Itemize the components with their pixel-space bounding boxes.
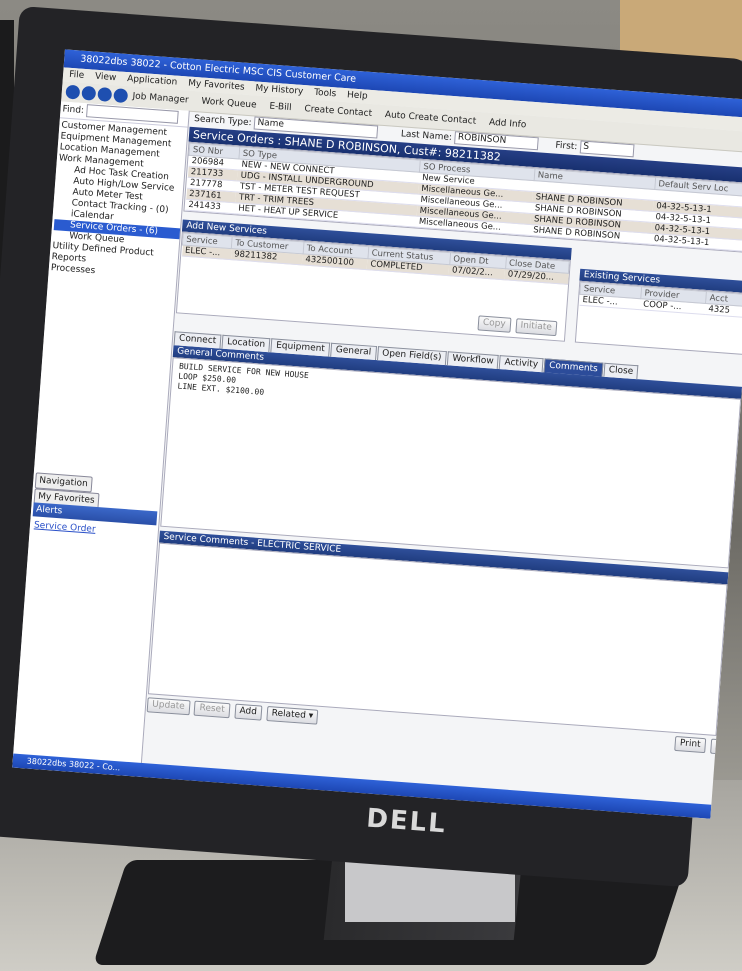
app-body: Find: Customer Management Equipment Mana… <box>12 101 742 818</box>
main-panel: Search Type: Name Last Name: ROBINSON Fi… <box>142 111 742 819</box>
toolbar-add-info[interactable]: Add Info <box>489 118 527 131</box>
monitor: DELL 38022dbs 38022 - Cotton Electric MS… <box>0 6 742 888</box>
nav-tree: Customer Management Equipment Management… <box>48 118 187 283</box>
toolbar-work-queue[interactable]: Work Queue <box>201 97 257 111</box>
print-button[interactable]: Print <box>674 735 707 754</box>
add-services-buttons: Copy Initiate <box>477 315 559 337</box>
forward-icon[interactable] <box>81 85 97 101</box>
print-word-button[interactable]: Print Word <box>709 738 742 758</box>
menu-my-history[interactable]: My History <box>255 83 304 96</box>
toolbar-create-contact[interactable]: Create Contact <box>304 104 372 119</box>
nav-tab-bar: Navigation My Favorites <box>33 472 160 510</box>
search-type-label: Search Type: <box>193 114 252 129</box>
menu-view[interactable]: View <box>95 72 117 84</box>
initiate-button[interactable]: Initiate <box>514 318 558 337</box>
home-icon[interactable] <box>113 87 129 103</box>
tab-close[interactable]: Close <box>603 362 639 380</box>
reset-button[interactable]: Reset <box>193 700 231 719</box>
back-icon[interactable] <box>65 84 81 100</box>
existing-services-panel: Service Provider Acct ELEC -... COOP -...… <box>574 280 742 355</box>
copy-button[interactable]: Copy <box>477 315 512 333</box>
menu-tools[interactable]: Tools <box>314 88 337 100</box>
menu-file[interactable]: File <box>69 70 85 81</box>
last-name-label: Last Name: <box>400 129 453 143</box>
existing-services-section: Existing Services Service Provider Acct … <box>574 268 742 369</box>
first-name-label: First: <box>555 140 578 153</box>
first-name-input[interactable]: S <box>579 140 635 158</box>
screen: 38022dbs 38022 - Cotton Electric MSC CIS… <box>12 49 742 819</box>
monitor-brand-logo: DELL <box>365 803 448 840</box>
toolbar-auto-create-contact[interactable]: Auto Create Contact <box>384 110 476 127</box>
alert-service-order-link[interactable]: Service Order <box>34 520 96 534</box>
add-button[interactable]: Add <box>233 703 263 721</box>
menu-help[interactable]: Help <box>347 90 368 101</box>
update-button[interactable]: Update <box>146 697 191 716</box>
find-label: Find: <box>62 104 85 116</box>
toolbar-e-bill[interactable]: E-Bill <box>269 102 292 114</box>
refresh-icon[interactable] <box>97 86 113 102</box>
related-dropdown-button[interactable]: Related ▾ <box>266 705 319 725</box>
toolbar-job-manager[interactable]: Job Manager <box>132 91 189 105</box>
